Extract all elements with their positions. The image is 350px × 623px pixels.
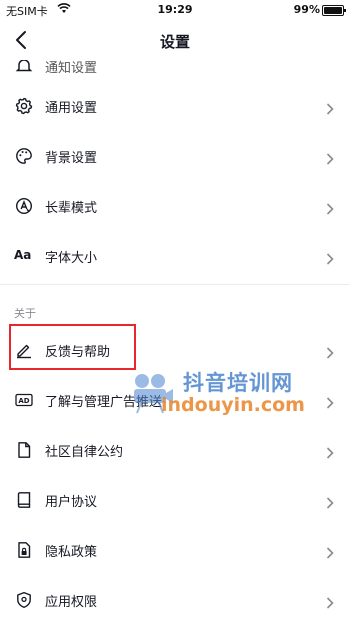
- chevron-right-icon: [326, 344, 334, 359]
- settings-item-label: 了解与管理广告推送: [45, 395, 163, 410]
- privacy-lock-icon: [15, 541, 33, 559]
- elder-mode-icon: [15, 197, 33, 215]
- settings-item-community-conduct[interactable]: 社区自律公约: [0, 425, 350, 475]
- settings-item-background[interactable]: 背景设置: [0, 131, 350, 181]
- settings-item-label: 长辈模式: [45, 201, 98, 216]
- chevron-right-icon: [326, 150, 334, 165]
- chevron-right-icon: [326, 444, 334, 459]
- book-icon: [15, 491, 33, 509]
- settings-list: 通知设置 通用设置 背景设置 长辈模式 Aa 字体大小 关于 反馈与帮助 AD …: [0, 60, 350, 623]
- settings-item-privacy-policy[interactable]: 隐私政策: [0, 525, 350, 575]
- page-title: 设置: [159, 33, 190, 51]
- ad-icon-text: AD: [18, 397, 29, 405]
- section-header-about: 关于: [14, 307, 36, 320]
- document-icon: [15, 441, 33, 459]
- ad-icon: AD: [15, 391, 33, 409]
- chevron-right-icon: [326, 100, 334, 115]
- settings-item-label: 应用权限: [45, 595, 98, 610]
- chevron-right-icon: [326, 200, 334, 215]
- settings-item-label: 社区自律公约: [45, 445, 124, 460]
- chevron-right-icon: [326, 594, 334, 609]
- chevron-right-icon: [326, 394, 334, 409]
- font-size-icon: Aa: [14, 248, 32, 262]
- settings-item-ad-management[interactable]: AD 了解与管理广告推送: [0, 375, 350, 425]
- chevron-right-icon: [326, 494, 334, 509]
- settings-item-font-size[interactable]: Aa 字体大小: [0, 231, 350, 281]
- chevron-right-icon: [326, 250, 334, 265]
- settings-item-label: 字体大小: [45, 251, 98, 266]
- pencil-icon: [15, 341, 33, 359]
- battery-icon: [322, 5, 346, 16]
- status-bar: 无SIM卡 19:29 99%: [0, 0, 350, 20]
- bell-icon: [15, 60, 33, 75]
- shield-icon: [15, 591, 33, 609]
- nav-bar: 设置: [0, 20, 350, 60]
- settings-item-label: 反馈与帮助: [45, 345, 111, 360]
- settings-item-general[interactable]: 通用设置: [0, 81, 350, 131]
- settings-item-app-permissions[interactable]: 应用权限: [0, 575, 350, 623]
- palette-icon: [15, 147, 33, 165]
- battery-percent: 99%: [293, 3, 320, 16]
- settings-item-label: 通知设置: [45, 61, 98, 76]
- gear-icon: [15, 97, 33, 115]
- settings-item-feedback-help[interactable]: 反馈与帮助: [0, 325, 350, 375]
- settings-item-user-agreement[interactable]: 用户协议: [0, 475, 350, 525]
- settings-item-elder-mode[interactable]: 长辈模式: [0, 181, 350, 231]
- chevron-right-icon: [326, 544, 334, 559]
- settings-item-label: 背景设置: [45, 151, 98, 166]
- settings-item-label: 通用设置: [45, 101, 98, 116]
- settings-item-label: 隐私政策: [45, 545, 98, 560]
- settings-item-label: 用户协议: [45, 495, 98, 510]
- section-divider: [0, 284, 350, 285]
